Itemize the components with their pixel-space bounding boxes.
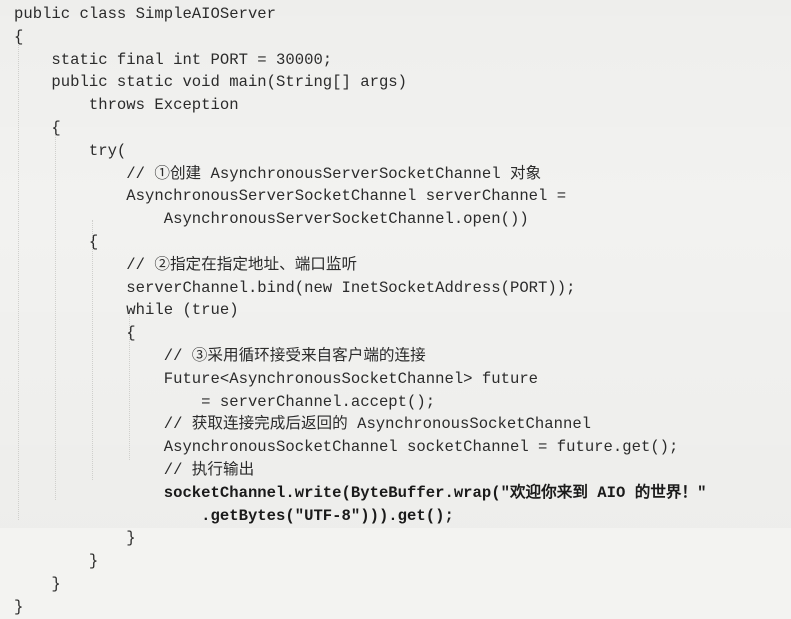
code-line: throws Exception <box>14 96 239 115</box>
code-comment: // ②指定在指定地址、端口监听 <box>14 255 358 274</box>
code-line: public static void main(String[] args) <box>14 73 408 92</box>
code-line: = serverChannel.accept(); <box>14 392 436 411</box>
code-comment: // 获取连接完成后返回的 AsynchronousSocketChannel <box>14 415 592 434</box>
code-line: static final int PORT = 30000; <box>14 50 333 69</box>
code-line: serverChannel.bind(new InetSocketAddress… <box>14 278 576 297</box>
code-line: Future<AsynchronousSocketChannel> future <box>14 369 539 388</box>
code-line: AsynchronousServerSocketChannel.open()) <box>14 210 529 229</box>
code-line-highlighted: socketChannel.write(ByteBuffer.wrap("欢迎你… <box>14 483 707 502</box>
code-line: AsynchronousServerSocketChannel serverCh… <box>14 187 567 206</box>
code-line: try( <box>14 141 127 160</box>
code-line: { <box>14 324 136 343</box>
code-comment: // 执行输出 <box>14 460 255 479</box>
code-line: } <box>14 529 136 548</box>
code-line-highlighted: .getBytes("UTF-8"))).get(); <box>14 506 454 525</box>
code-line: public class SimpleAIOServer <box>14 5 277 23</box>
code-comment: // ③采用循环接受来自客户端的连接 <box>14 346 426 365</box>
code-line: { <box>14 27 24 46</box>
book-page: public class SimpleAIOServer { static fin… <box>0 0 791 616</box>
code-comment: // ①创建 AsynchronousServerSocketChannel 对… <box>14 164 542 183</box>
code-line: { <box>14 118 61 137</box>
code-line: } <box>14 574 61 593</box>
code-line: { <box>14 232 99 251</box>
code-line: } <box>14 552 99 571</box>
code-listing: public class SimpleAIOServer { static fin… <box>14 3 706 619</box>
code-line: while (true) <box>14 301 239 320</box>
code-line: AsynchronousSocketChannel socketChannel … <box>14 438 679 457</box>
code-line: } <box>14 597 24 616</box>
